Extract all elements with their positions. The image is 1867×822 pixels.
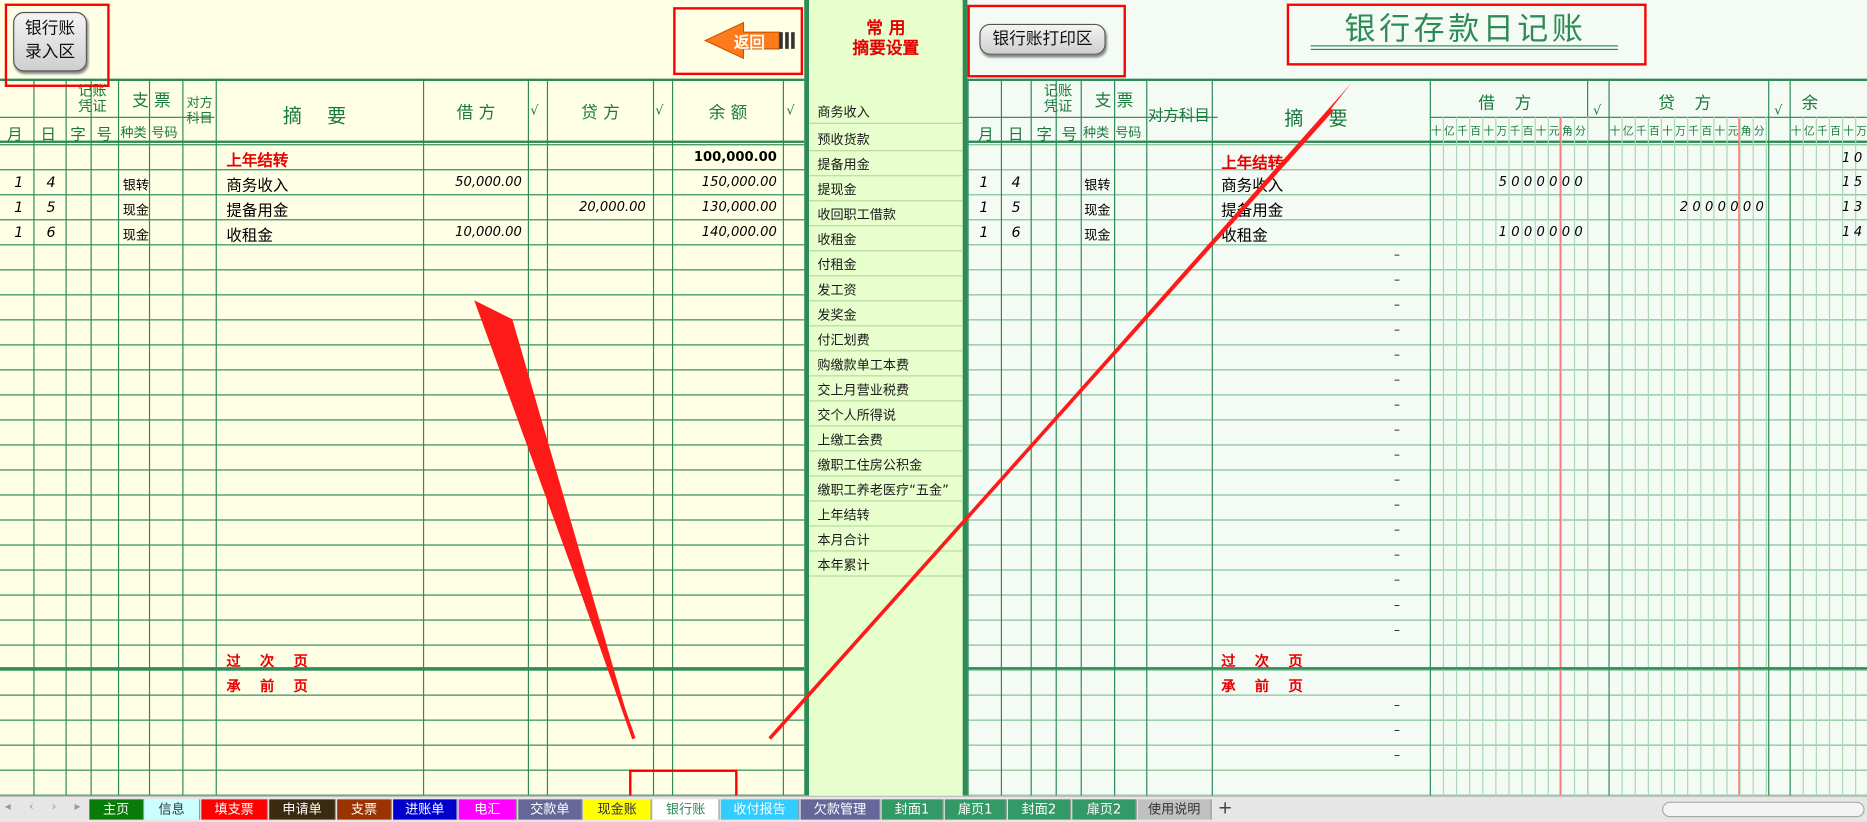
tab-14[interactable]: 扉页1 <box>944 799 1007 820</box>
tab-7[interactable]: 电汇 <box>458 799 518 820</box>
tab-15[interactable]: 封面2 <box>1007 799 1072 820</box>
horizontal-scrollbar[interactable] <box>1662 801 1865 818</box>
tab-9[interactable]: 现金账 <box>583 799 652 820</box>
tab-17[interactable]: 使用说明 <box>1137 799 1212 820</box>
tab-4[interactable]: 申请单 <box>269 799 336 820</box>
tab-1[interactable]: 主页 <box>89 799 145 820</box>
tab-nav-icons: ◂ ‹ › ▸ <box>4 800 88 814</box>
tab-10[interactable]: 银行账 <box>652 799 720 820</box>
tab-3[interactable]: 填支票 <box>201 799 269 820</box>
spreadsheet-window: 记账 凭证月日字号支 票种类 号码 对方 科目摘 要借 方 √ 贷 方 √ 余 额 √ 上年结转… <box>0 0 1867 822</box>
tab-5[interactable]: 支票 <box>337 799 392 820</box>
tab-16[interactable]: 扉页2 <box>1072 799 1137 820</box>
tab-6[interactable]: 进账单 <box>393 799 458 820</box>
tab-13[interactable]: 封面1 <box>881 799 944 820</box>
add-sheet-button[interactable]: + <box>1218 797 1233 818</box>
tab-8[interactable]: 交款单 <box>518 799 583 820</box>
tab-2[interactable]: 信息 <box>144 799 201 820</box>
tab-11[interactable]: 收付报告 <box>720 799 800 820</box>
annotation-arrows <box>474 83 1352 740</box>
tab-12[interactable]: 欠款管理 <box>800 799 881 820</box>
